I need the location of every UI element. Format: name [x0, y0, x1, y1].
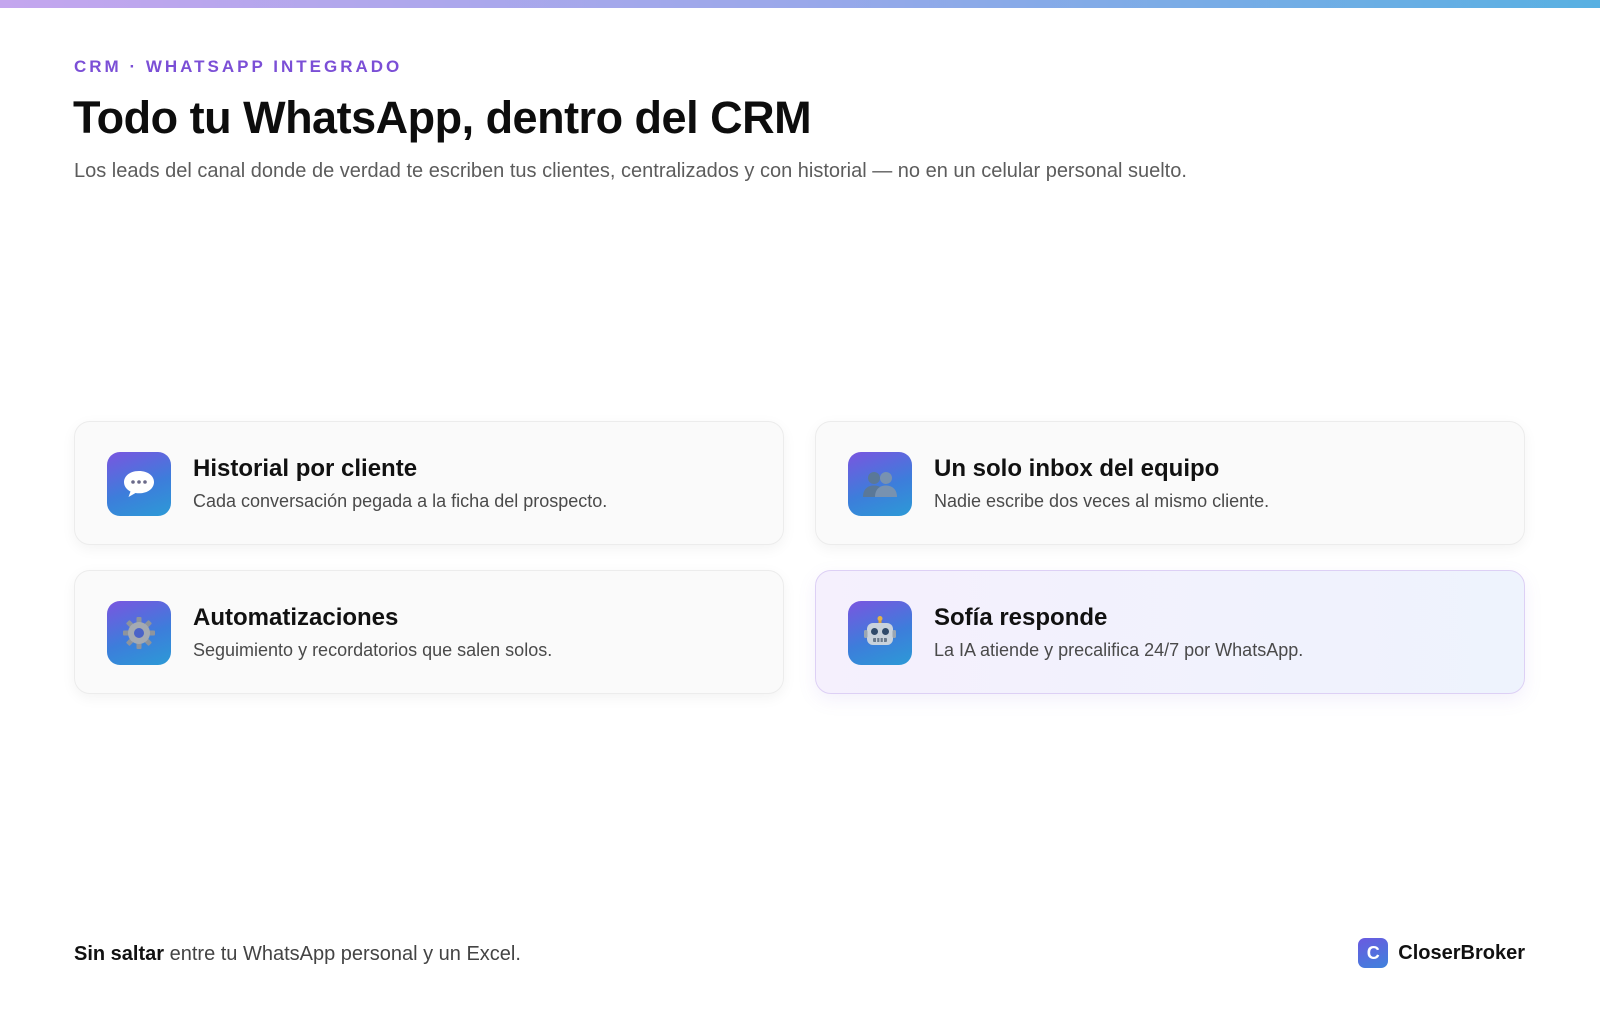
top-gradient-bar — [0, 0, 1600, 8]
feature-title: Historial por cliente — [193, 455, 418, 482]
footer-emphasis: Sin saltar — [74, 943, 165, 965]
page: CRM · WHATSAPP INTEGRADO Todo tu WhatsAp… — [0, 0, 1600, 1013]
feature-card-inbox: Un solo inbox del equipo Nadie escribe d… — [815, 421, 1525, 545]
feature-card-historial: Historial por cliente Cada conversación … — [74, 421, 784, 545]
robot-icon — [848, 601, 912, 665]
feature-card-sofia: Sofía responde La IA atiende y precalifi… — [815, 570, 1525, 694]
footer-text: entre tu WhatsApp personal y un Excel. — [164, 943, 521, 965]
gear-icon — [107, 601, 171, 665]
feature-card-automatizaciones: Automatizaciones Seguimiento y recordato… — [74, 570, 784, 694]
feature-title: Automatizaciones — [193, 604, 399, 631]
brand-name: CloserBroker — [1398, 941, 1525, 964]
feature-description: La IA atiende y precalifica 24/7 por Wha… — [934, 640, 1304, 660]
page-title: Todo tu WhatsApp, dentro del CRM — [73, 92, 812, 143]
feature-description: Nadie escribe dos veces al mismo cliente… — [934, 491, 1270, 511]
feature-description: Cada conversación pegada a la ficha del … — [193, 491, 608, 511]
feature-title: Sofía responde — [934, 604, 1108, 631]
eyebrow-label: CRM · WHATSAPP INTEGRADO — [74, 57, 403, 76]
page-subtitle: Los leads del canal donde de verdad te e… — [74, 160, 1187, 182]
feature-description: Seguimiento y recordatorios que salen so… — [193, 640, 553, 660]
feature-title: Un solo inbox del equipo — [934, 455, 1220, 482]
chat-bubble-icon — [107, 452, 171, 516]
footer-tagline: Sin saltar entre tu WhatsApp personal y … — [74, 943, 521, 966]
brand-logo-icon: C — [1358, 938, 1389, 968]
team-icon — [848, 452, 912, 516]
brand: C CloserBroker — [1358, 938, 1525, 968]
